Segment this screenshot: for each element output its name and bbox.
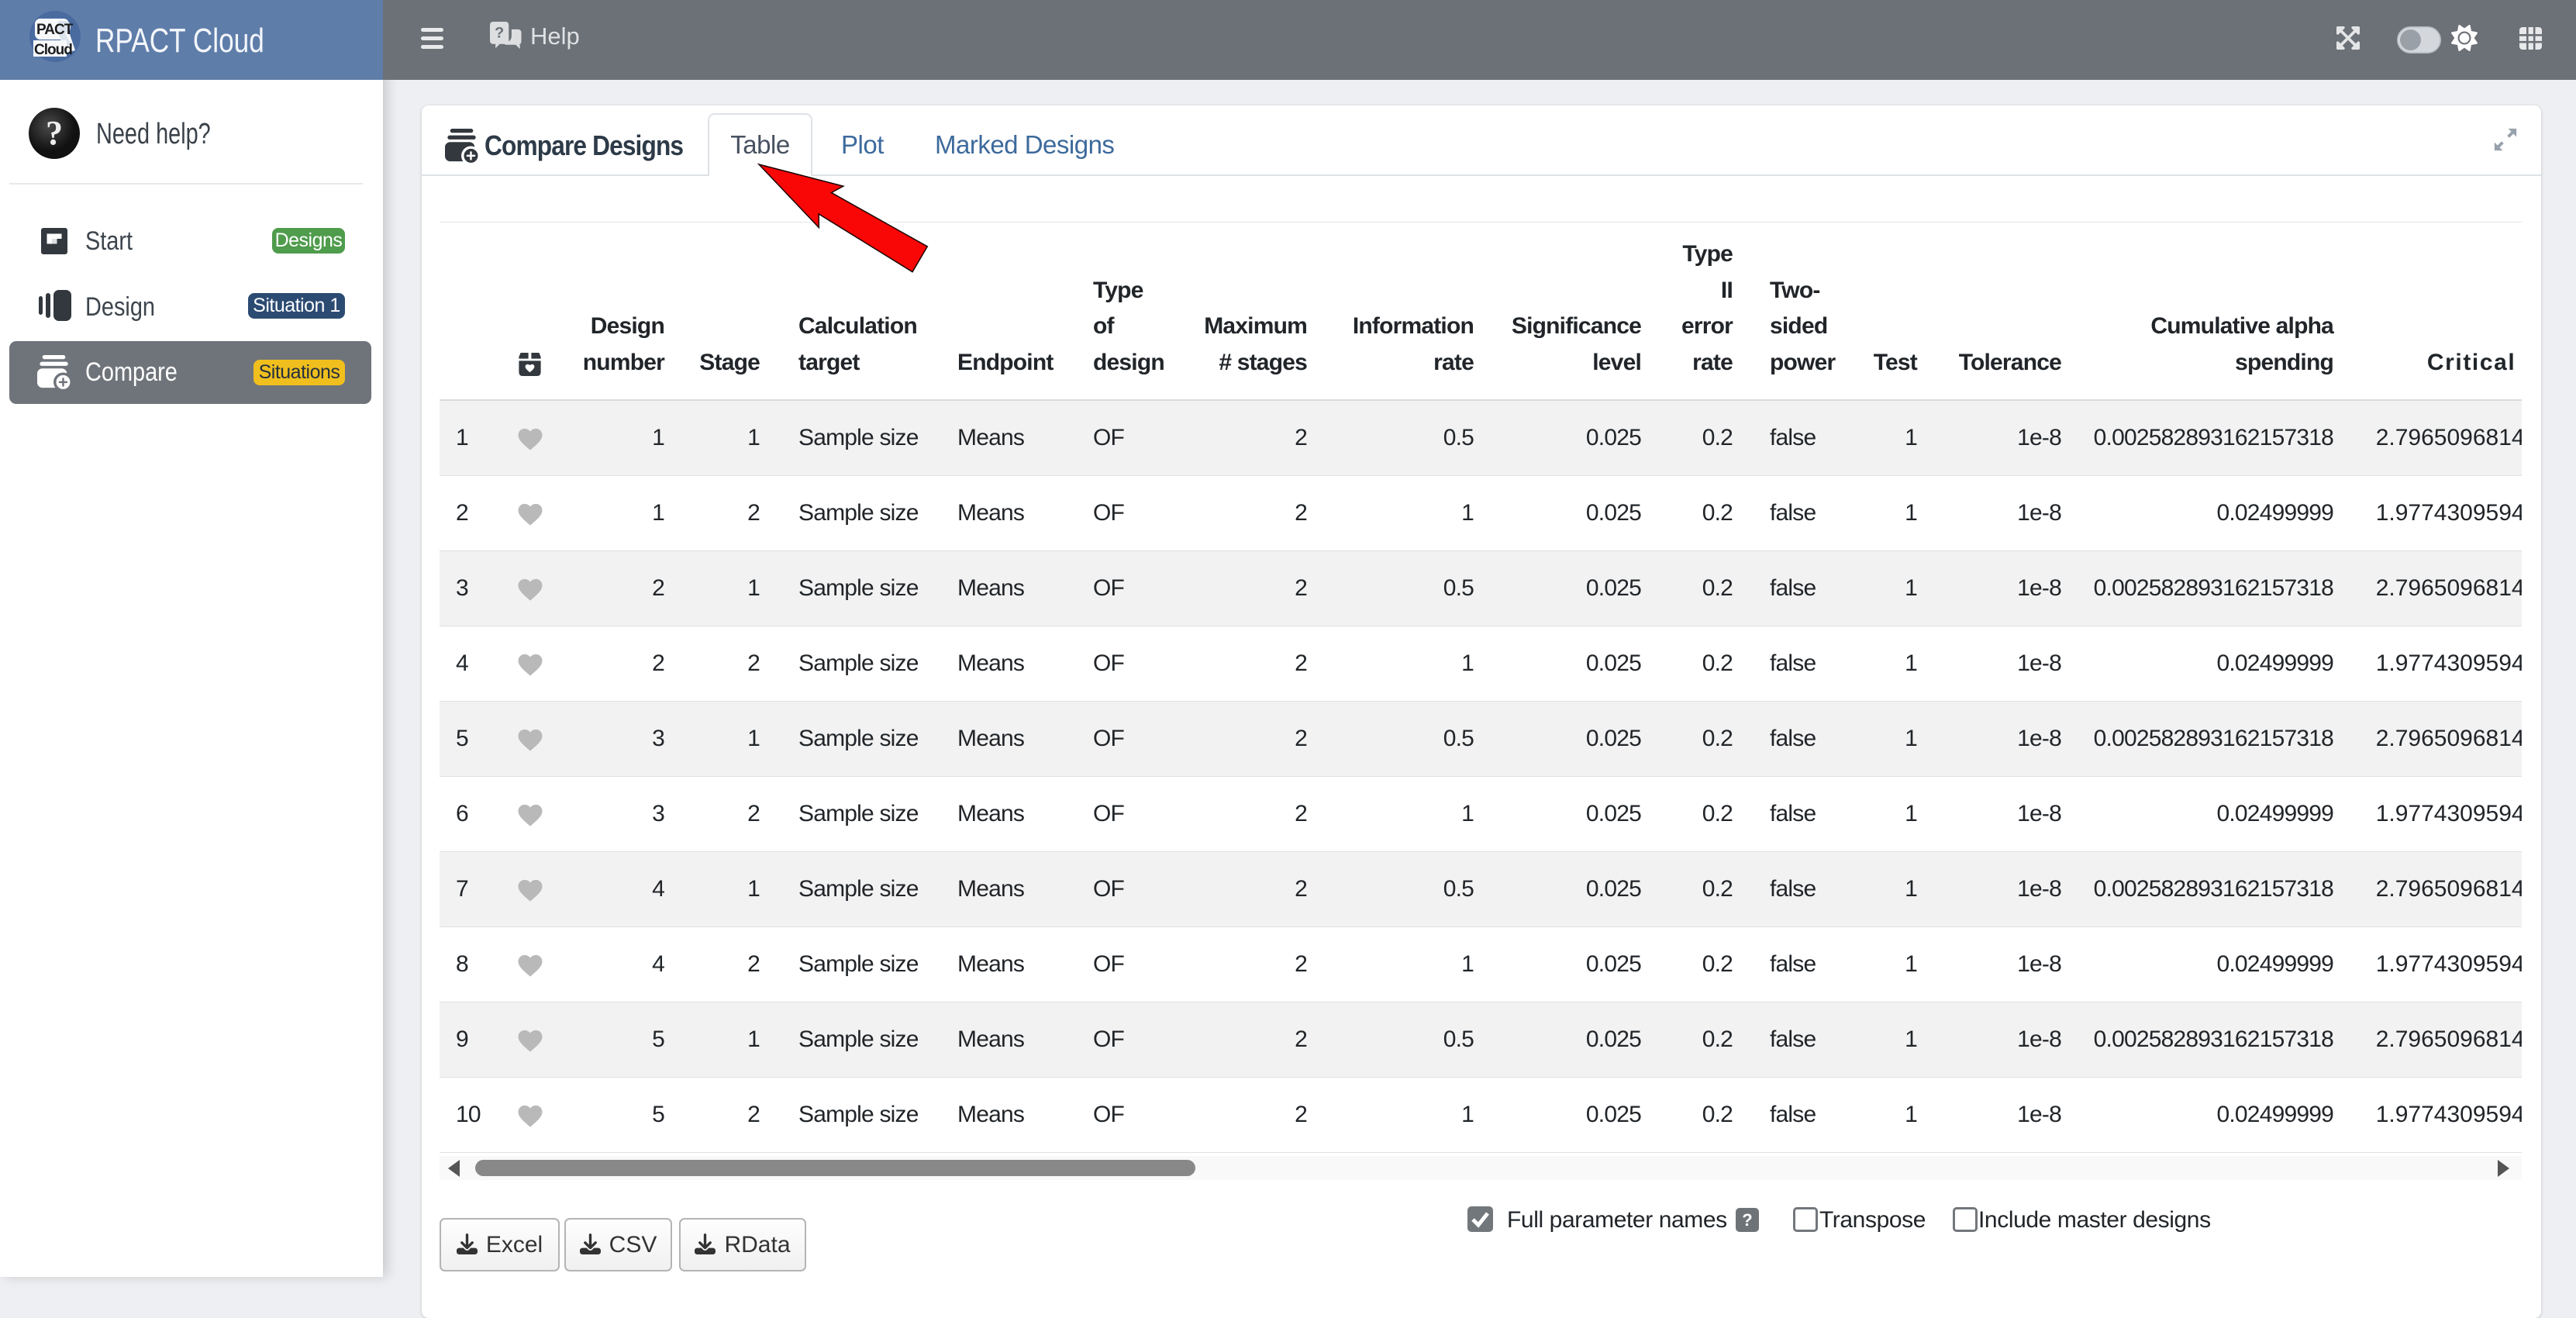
svg-text:?: ? [46,114,63,152]
svg-text:?: ? [495,25,504,42]
svg-text:PACT: PACT [36,22,74,38]
svg-text:Cloud: Cloud [34,42,72,58]
